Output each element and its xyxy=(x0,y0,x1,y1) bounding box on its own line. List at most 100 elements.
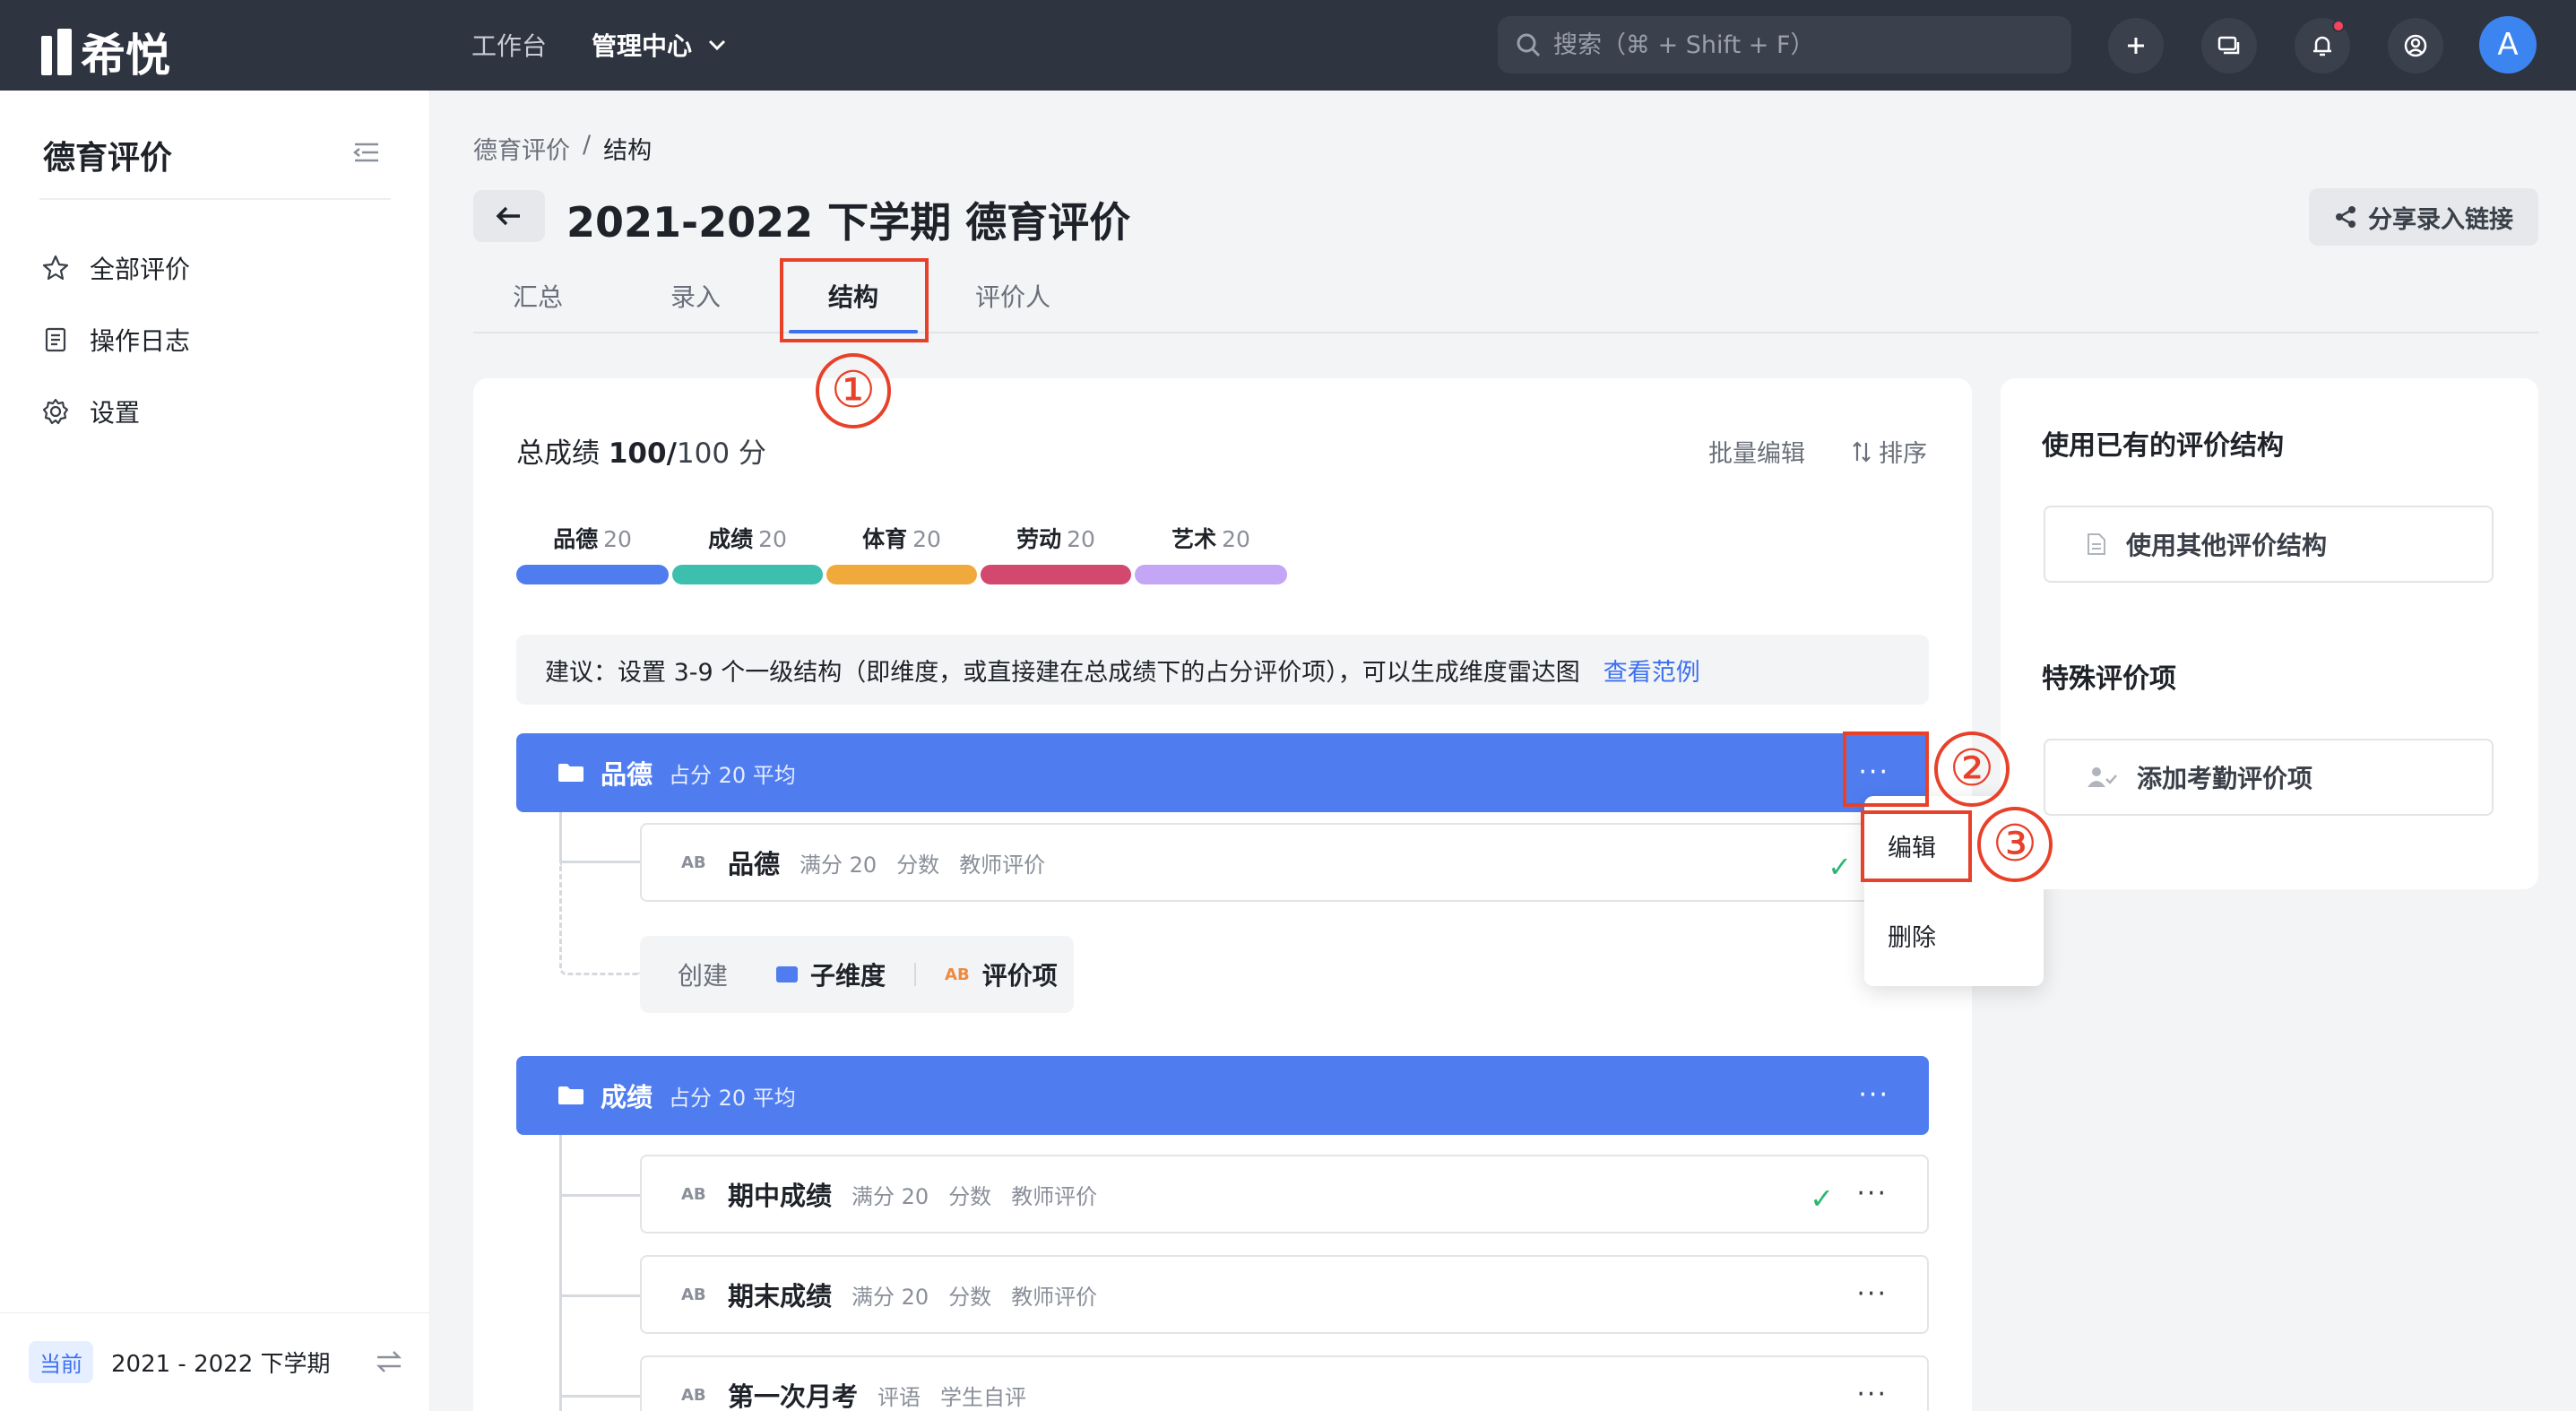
top-bar: 希悦 工作台 管理中心 A xyxy=(0,0,2576,91)
item-evaluator: 教师评价 xyxy=(959,852,1046,878)
swap-icon[interactable] xyxy=(375,1349,403,1374)
segment-name: 体育 xyxy=(862,526,908,552)
avatar[interactable]: A xyxy=(2479,16,2537,74)
segment-bar xyxy=(826,565,977,584)
apps-button[interactable] xyxy=(2388,18,2443,74)
sidebar-item-operation-log[interactable]: 操作日志 xyxy=(41,322,190,358)
card-actions: 批量编辑 排序 xyxy=(1708,434,1927,469)
sidebar-title: 德育评价 xyxy=(43,140,173,177)
segment-score: 20 xyxy=(758,526,787,552)
item-evaluator: 学生自评 xyxy=(940,1384,1027,1410)
item-row[interactable]: AB 品德 满分 20 分数 教师评价 ✓ xyxy=(640,823,1929,902)
item-name: 期末成绩 xyxy=(728,1281,833,1311)
sidebar-item-label: 设置 xyxy=(90,398,141,428)
special-items-title: 特殊评价项 xyxy=(2042,663,2176,695)
group-more-button[interactable]: ··· xyxy=(1858,1079,1889,1111)
group-header-chengji[interactable]: 成绩 占分 20 平均 ··· xyxy=(516,1056,1929,1135)
menu-item-delete[interactable]: 删除 xyxy=(1888,918,1936,953)
back-button[interactable] xyxy=(473,190,545,242)
logo-icon xyxy=(41,29,72,75)
group-meta: 占分 20 平均 xyxy=(669,1085,796,1111)
annotation-number-2: ② xyxy=(1934,731,2010,807)
group-header-pinde[interactable]: 品德 占分 20 平均 ··· xyxy=(516,733,1929,812)
sidebar-item-label: 操作日志 xyxy=(90,326,191,356)
nav-workbench[interactable]: 工作台 xyxy=(471,27,547,63)
suggestion-banner: 建议：设置 3-9 个一级结构（即维度，或直接建在总成绩下的占分评价项），可以生… xyxy=(516,635,1929,705)
term-switcher[interactable]: 当前 2021 - 2022 下学期 xyxy=(0,1312,430,1411)
sidebar-item-label: 全部评价 xyxy=(90,255,191,284)
segment-label: 品德 20 xyxy=(516,522,669,558)
nav-admin-center[interactable]: 管理中心 xyxy=(592,27,726,63)
tab-summary[interactable]: 汇总 xyxy=(513,278,563,314)
segment-label: 成绩 20 xyxy=(672,522,823,558)
segment-laodong[interactable]: 劳动 20 xyxy=(981,522,1131,584)
search-box[interactable] xyxy=(1498,16,2071,74)
segment-chengji[interactable]: 成绩 20 xyxy=(672,522,823,584)
search-input[interactable] xyxy=(1553,30,2055,59)
messages-button[interactable] xyxy=(2201,18,2257,74)
check-icon: ✓ xyxy=(1810,1182,1834,1216)
sidebar-item-settings[interactable]: 设置 xyxy=(41,394,140,429)
gear-icon xyxy=(42,398,69,425)
tab-entry[interactable]: 录入 xyxy=(670,278,721,314)
segment-bar xyxy=(672,565,823,584)
tree-connector-dashed xyxy=(559,862,640,975)
add-attendance-item-button[interactable]: 添加考勤评价项 xyxy=(2044,739,2494,816)
item-evaluator: 教师评价 xyxy=(1011,1284,1098,1310)
tree-connector xyxy=(559,1194,640,1197)
group-name: 成绩 xyxy=(601,1082,653,1112)
item-type: 分数 xyxy=(948,1284,992,1310)
create-label: 创建 xyxy=(678,961,729,991)
star-icon xyxy=(42,255,69,281)
item-type: 分数 xyxy=(896,852,940,878)
collapse-icon[interactable] xyxy=(351,137,382,168)
segment-bar xyxy=(981,565,1131,584)
item-full-score: 满分 20 xyxy=(851,1284,929,1310)
segment-pinde[interactable]: 品德 20 xyxy=(516,522,669,584)
total-score: 总成绩 100/100 分 xyxy=(516,430,766,471)
segment-yishu[interactable]: 艺术 20 xyxy=(1135,522,1287,584)
use-other-structure-button[interactable]: 使用其他评价结构 xyxy=(2044,506,2494,583)
annotation-box-more xyxy=(1843,731,1929,807)
item-name: 第一次月考 xyxy=(728,1381,859,1411)
share-entry-link-button[interactable]: 分享录入链接 xyxy=(2309,188,2538,246)
sidebar-divider xyxy=(39,198,391,200)
item-row[interactable]: AB 期末成绩 满分 20 分数 教师评价 ··· xyxy=(640,1255,1929,1334)
item-full-score: 满分 20 xyxy=(800,852,877,878)
item-name: 品德 xyxy=(728,849,781,879)
item-full-score: 满分 20 xyxy=(851,1183,929,1209)
view-example-link[interactable]: 查看范例 xyxy=(1604,653,1700,688)
item-row[interactable]: AB 第一次月考 评语 学生自评 ··· xyxy=(640,1355,1929,1411)
tab-evaluators[interactable]: 评价人 xyxy=(975,278,1050,314)
segment-score: 20 xyxy=(603,526,632,552)
sort-icon xyxy=(1853,440,1871,463)
create-item-button[interactable]: AB 评价项 xyxy=(945,957,1058,992)
item-more-button[interactable]: ··· xyxy=(1856,1379,1888,1410)
notifications-button[interactable] xyxy=(2295,18,2350,74)
segment-label: 劳动 20 xyxy=(981,522,1131,558)
item-row[interactable]: AB 期中成绩 满分 20 分数 教师评价 ✓ ··· xyxy=(640,1155,1929,1234)
group-name: 品德 xyxy=(601,759,653,790)
segment-tiyu[interactable]: 体育 20 xyxy=(826,522,977,584)
text-score-icon: AB xyxy=(681,1385,706,1405)
total-max: 100 分 xyxy=(676,437,766,470)
item-more-button[interactable]: ··· xyxy=(1856,1278,1888,1310)
sort-button[interactable]: 排序 xyxy=(1852,434,1927,469)
breadcrumb-root[interactable]: 德育评价 xyxy=(473,131,570,166)
breadcrumb-current: 结构 xyxy=(603,137,653,165)
create-sub-dimension-button[interactable]: 子维度 xyxy=(776,957,886,992)
sidebar-item-all-evaluations[interactable]: 全部评价 xyxy=(41,250,190,286)
item-more-button[interactable]: ··· xyxy=(1856,1178,1888,1209)
sidebar: 德育评价 全部评价 操作日志 设置 当前 2021 - 2022 下学期 xyxy=(0,91,430,1411)
app-logo[interactable]: 希悦 xyxy=(41,20,170,84)
segment-score: 20 xyxy=(1067,526,1095,552)
batch-edit-button[interactable]: 批量编辑 xyxy=(1708,434,1805,469)
add-button[interactable] xyxy=(2108,18,2164,74)
right-panel: 使用已有的评价结构 使用其他评价结构 特殊评价项 添加考勤评价项 xyxy=(2001,378,2538,889)
segment-label: 艺术 20 xyxy=(1135,522,1287,558)
segment-score: 20 xyxy=(1222,526,1250,552)
file-icon xyxy=(2088,533,2105,555)
folder-icon xyxy=(776,966,799,983)
segment-label: 体育 20 xyxy=(826,522,977,558)
use-other-structure-label: 使用其他评价结构 xyxy=(2126,531,2328,560)
